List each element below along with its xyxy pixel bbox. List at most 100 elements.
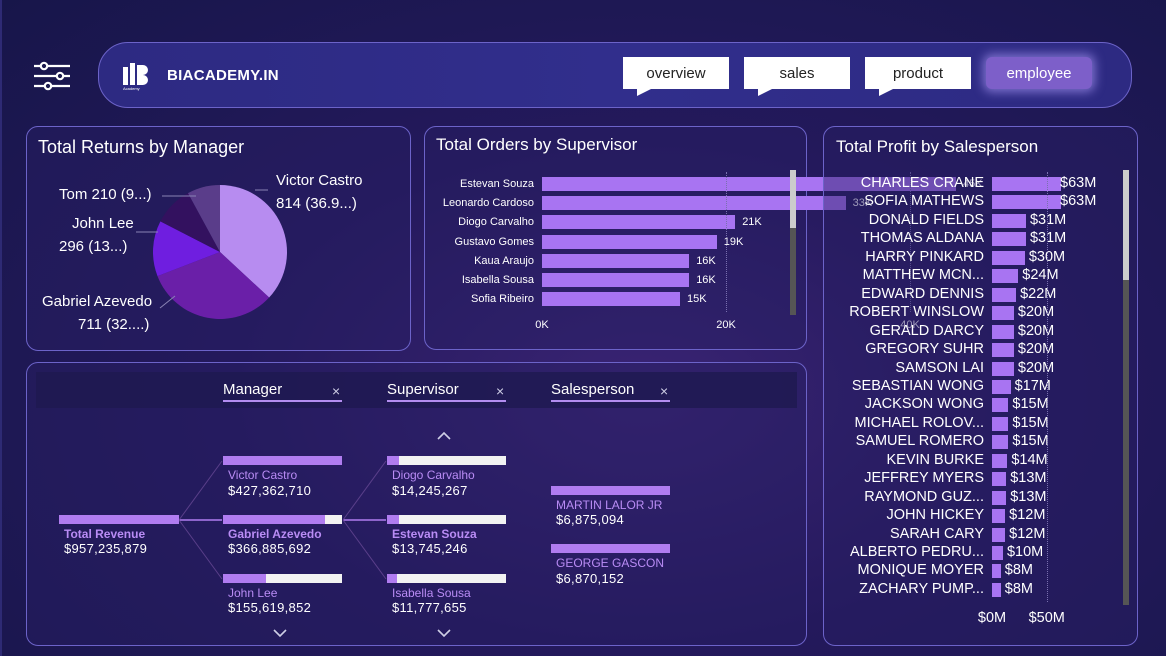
profit-bar[interactable] [992,490,1007,505]
profit-bar[interactable] [992,509,1006,524]
profit-category-label: JEFFREY MYERS [864,470,984,487]
profit-bar[interactable] [992,195,1061,210]
profit-category-label: JOHN HICKEY [886,507,985,524]
tab-overview[interactable]: overview [623,57,729,96]
salesperson-node-value: $6,870,152 [556,571,625,586]
profit-bar[interactable] [992,453,1008,468]
profit-value-label: $20M [1017,322,1055,339]
manager-node-bar-gabriel[interactable] [223,515,342,524]
profit-bar[interactable] [992,379,1011,394]
orders-axis-tick: 20K [716,319,736,331]
pie-label-victor-name: Victor Castro [276,172,363,189]
profit-bar[interactable] [992,213,1026,228]
remove-supervisor-level-icon[interactable]: × [496,383,504,399]
profit-bar[interactable] [992,416,1009,431]
brand-name: BIACADEMY.IN [167,67,279,84]
profit-category-label: GREGORY SUHR [865,341,984,358]
pie-label-tom: Tom 210 (9...) [59,186,152,203]
returns-chart-title: Total Returns by Manager [38,137,245,157]
orders-bar[interactable] [542,215,736,230]
manager-node-value: $366,885,692 [228,541,312,556]
profit-bar[interactable] [992,324,1014,339]
decomp-header-supervisor[interactable]: Supervisor [387,381,506,402]
supervisor-node-name: Estevan Souza [392,527,477,541]
manager-node-name: Victor Castro [228,468,298,482]
tab-sales[interactable]: sales [744,57,850,96]
orders-category-label: Diogo Carvalho [458,216,534,229]
profit-bar[interactable] [992,546,1003,560]
profit-category-label: HARRY PINKARD [865,248,984,265]
orders-bar[interactable] [542,292,680,307]
supervisor-node-value: $13,745,246 [392,541,468,556]
profit-bar[interactable] [992,527,1006,542]
profit-category-label: MONIQUE MOYER [857,562,984,579]
profit-value-label: $24M [1022,267,1059,284]
profit-bar[interactable] [992,306,1014,321]
manager-scroll-down-chevron-icon[interactable] [272,628,288,638]
orders-category-label: Isabella Sousa [461,274,534,286]
pie-label-victor-value: 814 (36.9...) [276,195,357,212]
profit-category-label: SEBASTIAN WONG [851,377,984,394]
supervisor-node-value: $11,777,655 [392,600,467,615]
profit-bar[interactable] [992,435,1009,450]
supervisor-node-bar-isabella[interactable] [387,574,506,583]
orders-category-label: Gustavo Gomes [454,235,534,248]
profit-category-label: SOFIA MATHEWS [864,193,984,210]
remove-salesperson-level-icon[interactable]: × [660,383,668,399]
orders-bar[interactable] [542,273,690,287]
tab-product[interactable]: product [865,57,971,96]
profit-value-label: $17M [1014,377,1051,394]
profit-category-label: MATTHEW MCN... [862,267,984,284]
profit-bar[interactable] [992,361,1014,376]
supervisor-node-name: Isabella Sousa [392,586,471,600]
profit-bar[interactable] [992,472,1007,487]
orders-value-label: 16K [696,254,716,267]
filter-sliders-icon[interactable] [32,60,72,92]
pie-label-john-value: 296 (13...) [59,238,128,255]
profit-bar[interactable] [992,232,1026,247]
profit-value-label: $8M [1004,580,1033,597]
profit-value-label: $20M [1017,341,1055,358]
profit-value-label: $8M [1004,562,1033,579]
salesperson-node-bar-martin[interactable] [551,486,670,495]
decomp-header-salesperson[interactable]: Salesperson [551,381,670,402]
salesperson-node-name: MARTIN LALOR JR [556,498,663,512]
supervisor-node-bar-diogo[interactable] [387,456,506,465]
manager-node-bar-john[interactable] [223,574,342,583]
profit-bar[interactable] [992,564,1001,579]
scroll-up-chevron-icon[interactable] [436,431,452,441]
profit-bar[interactable] [992,343,1014,358]
profit-bar[interactable] [992,287,1017,302]
profit-category-label: CHARLES CRANE [860,175,984,191]
scroll-down-chevron-icon[interactable] [436,628,452,638]
profit-value-label: $63M [1060,175,1097,191]
profit-category-label: KEVIN BURKE [886,451,985,468]
root-node-bar[interactable] [59,515,179,524]
orders-gridline [726,172,727,312]
profit-value-label: $31M [1029,211,1067,228]
profit-bar[interactable] [992,582,1001,597]
orders-bar[interactable] [542,253,690,268]
profit-bar[interactable] [992,269,1019,284]
salesperson-node-bar-george[interactable] [551,544,670,553]
salesperson-node-value: $6,875,094 [556,512,625,527]
profit-bar[interactable] [992,398,1009,413]
orders-bar[interactable] [542,234,717,249]
profit-category-label: THOMAS ALDANA [860,230,984,247]
supervisor-node-bar-estevan[interactable] [387,515,506,524]
orders-bar[interactable] [542,196,846,211]
orders-category-label: Estevan Souza [460,178,534,190]
decomp-header-manager[interactable]: Manager [223,381,342,402]
profit-axis-tick: $0M [977,610,1007,626]
profit-category-label: JACKSON WONG [864,396,984,413]
profit-scrollbar-thumb[interactable] [1123,170,1129,280]
profit-category-label: EDWARD DENNIS [861,285,984,302]
orders-scrollbar-thumb[interactable] [790,170,796,228]
tab-employee[interactable]: employee [986,57,1092,89]
profit-bar[interactable] [992,250,1025,265]
remove-manager-level-icon[interactable]: × [332,383,340,399]
profit-bar[interactable] [992,177,1061,191]
manager-node-bar-victor[interactable] [223,456,342,465]
profit-category-label: GERALD DARCY [869,322,984,339]
root-node-name: Total Revenue [64,527,146,541]
